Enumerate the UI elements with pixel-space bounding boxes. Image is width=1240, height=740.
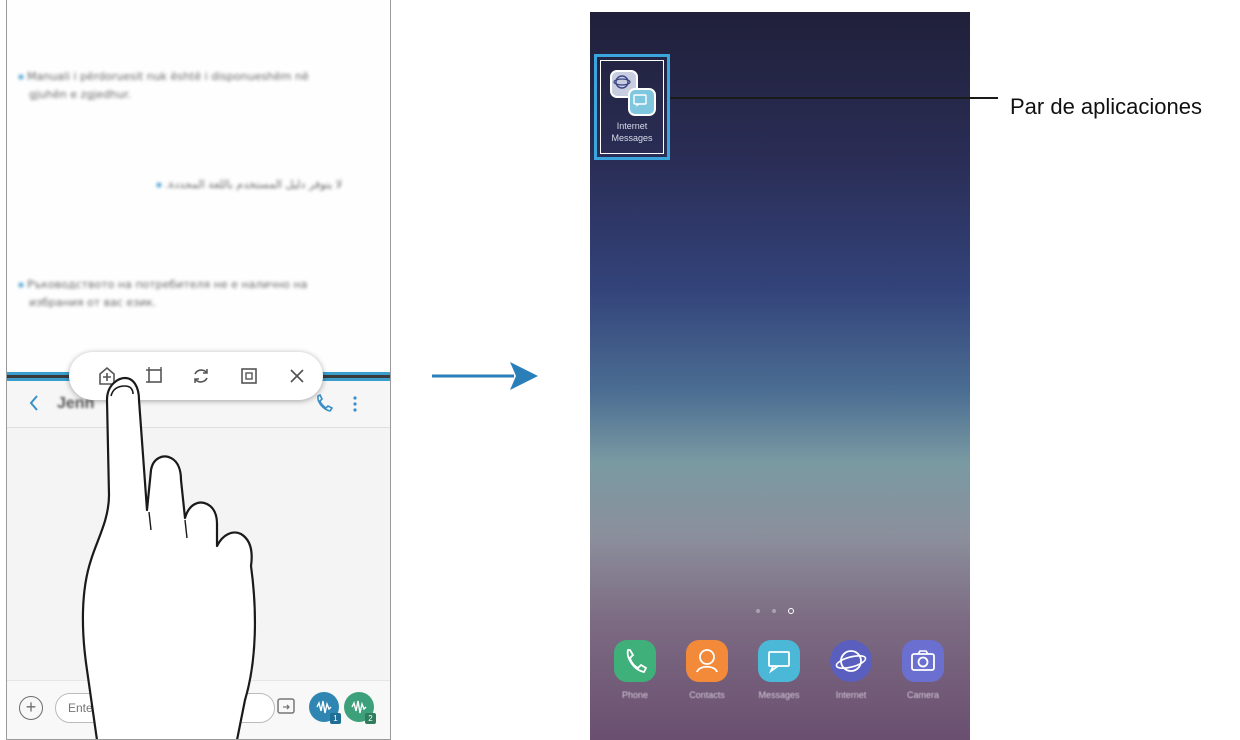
callout-label: Par de aplicaciones (1010, 94, 1203, 119)
messages-icon[interactable] (628, 88, 656, 116)
phone-icon[interactable] (313, 393, 335, 415)
back-icon[interactable] (27, 391, 47, 415)
send-sim1-button[interactable]: 1 (309, 692, 341, 724)
transition-arrow-icon (432, 362, 538, 390)
camera-icon (902, 640, 944, 682)
page-indicator[interactable] (752, 606, 812, 616)
contacts-icon (686, 640, 728, 682)
split-window-toolbar (69, 352, 323, 400)
message-input[interactable] (55, 693, 275, 723)
paragraph: لا يتوفر دليل المستخدم باللغة المحددة. (157, 176, 342, 194)
bullet-icon (19, 283, 23, 287)
sim2-badge: 2 (365, 713, 376, 724)
close-icon[interactable] (285, 364, 309, 388)
app-dock: Phone Contacts Messages Internet Camera (590, 640, 970, 710)
paragraph: избрания от вас език. (29, 296, 157, 309)
bullet-icon (157, 183, 161, 187)
page-dot (756, 609, 760, 613)
home-screen-phone: Internet Messages Phone Contacts Message… (590, 12, 970, 740)
internet-icon (830, 640, 872, 682)
app-pair-label[interactable]: Internet Messages (596, 120, 668, 144)
paragraph: gjuhën e zgjedhur. (29, 88, 131, 101)
send-sim2-button[interactable]: 2 (344, 692, 376, 724)
dock-app-messages[interactable]: Messages (748, 640, 810, 700)
sticker-icon[interactable] (275, 695, 299, 719)
callout-leader-line (670, 97, 998, 99)
dock-app-contacts[interactable]: Contacts (676, 640, 738, 700)
home-page-dot (788, 608, 794, 614)
bottom-app-window[interactable]: Jenn + 1 2 (7, 381, 390, 739)
more-options-icon[interactable] (347, 391, 363, 417)
switch-windows-icon[interactable] (189, 364, 213, 388)
resize-window-icon[interactable] (143, 364, 167, 388)
phone-icon (614, 640, 656, 682)
attach-button[interactable]: + (19, 696, 43, 720)
pop-up-view-icon[interactable] (237, 364, 261, 388)
message-composer: + 1 2 (7, 680, 390, 739)
paragraph: Manuali i përdoruesit nuk është i dispon… (19, 68, 309, 86)
bullet-icon (19, 75, 23, 79)
dock-app-internet[interactable]: Internet (820, 640, 882, 700)
messages-icon (758, 640, 800, 682)
dock-app-camera[interactable]: Camera (892, 640, 954, 700)
sim1-badge: 1 (330, 713, 341, 724)
split-screen-phone: Manuali i përdoruesit nuk është i dispon… (6, 0, 391, 740)
page-dot (772, 609, 776, 613)
paragraph: Ръководството на потребителя не е наличн… (19, 276, 307, 294)
top-app-window[interactable]: Manuali i përdoruesit nuk është i dispon… (7, 0, 390, 372)
dock-app-phone[interactable]: Phone (604, 640, 666, 700)
add-app-pair-button[interactable] (95, 364, 119, 388)
